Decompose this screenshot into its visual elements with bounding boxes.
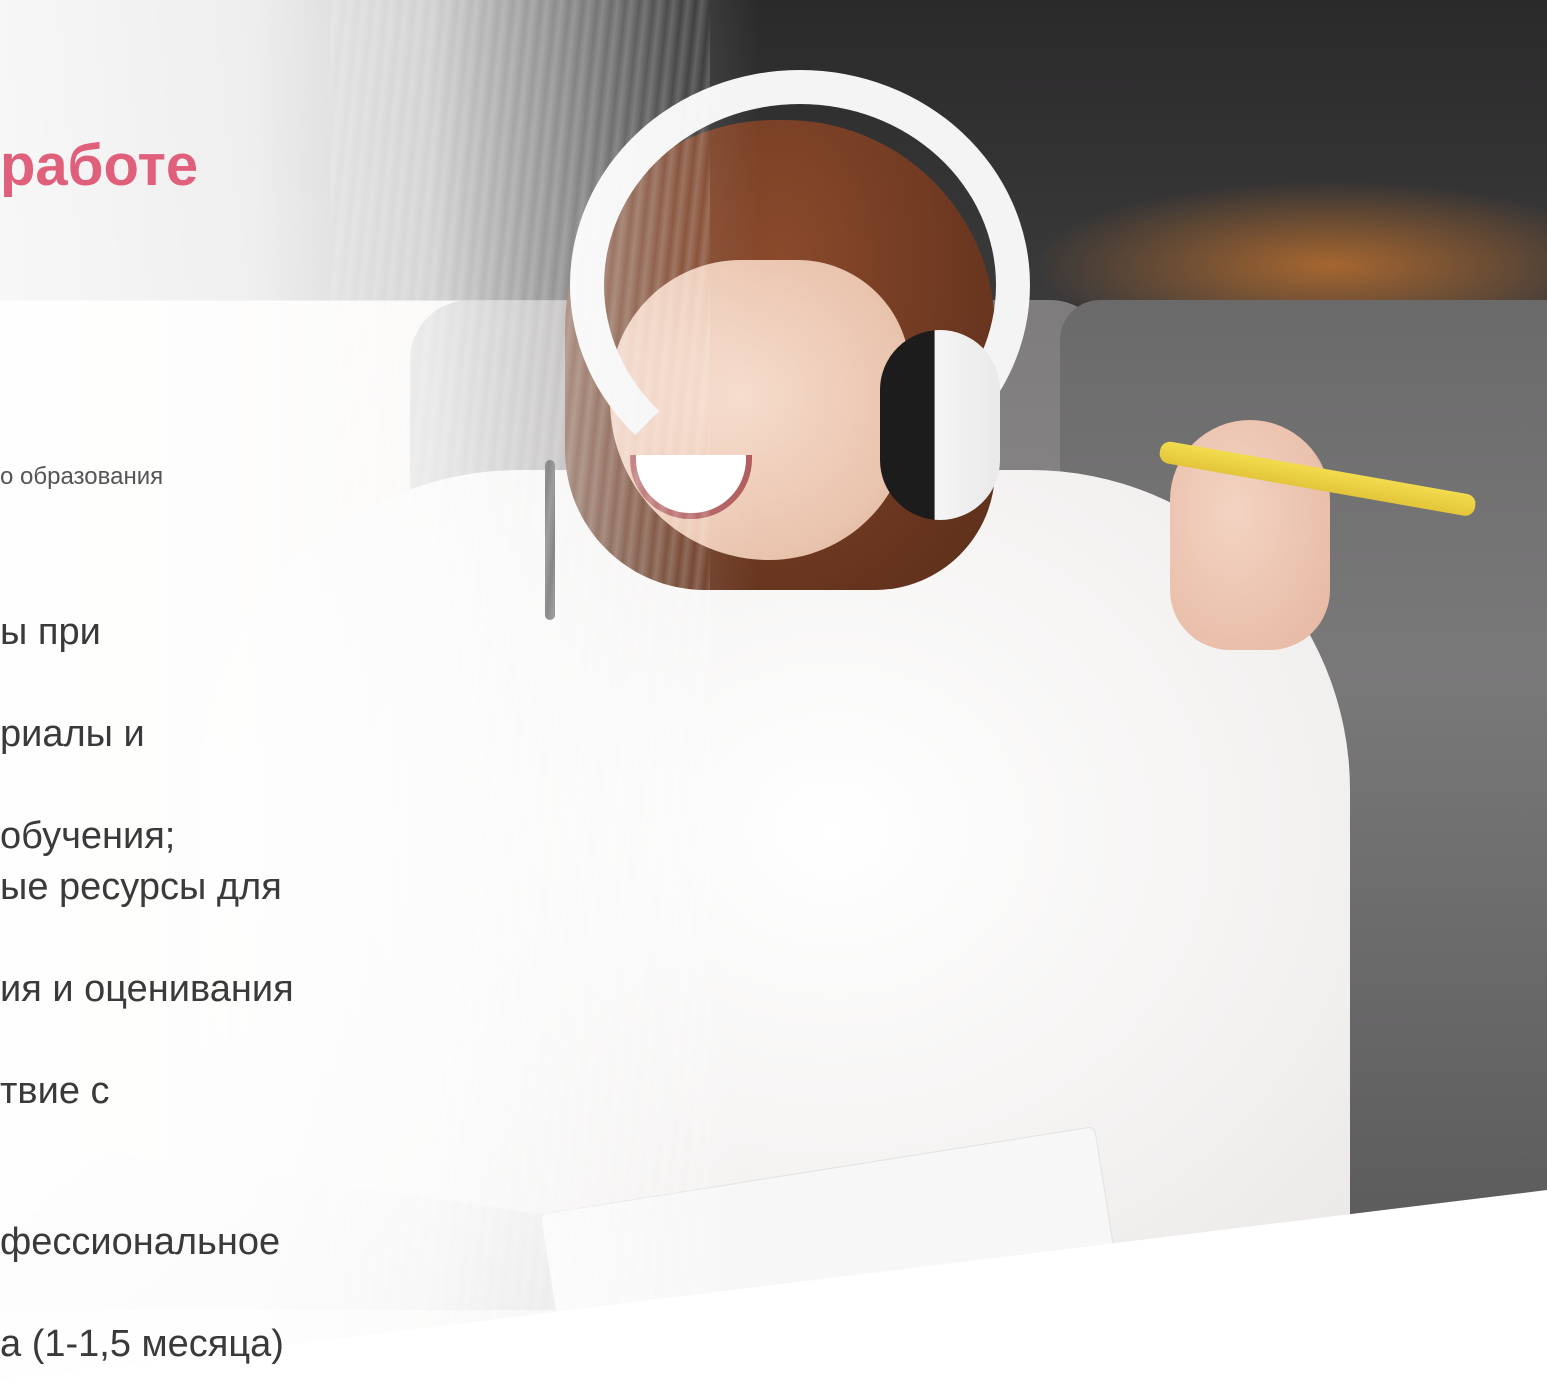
list-item: обучения; (0, 815, 176, 857)
list-item: ия и оценивания (0, 968, 294, 1010)
text-content: работе о образования ы при риалы и обуче… (0, 0, 1547, 1397)
list-item: ы при (0, 611, 101, 653)
list-item: а (1-1,5 месяца) (0, 1323, 284, 1365)
list-item-continued: ые ресурсы для (0, 866, 282, 908)
page-title: работе (0, 133, 199, 198)
list-item: фессиональное (0, 1221, 281, 1263)
page-subtitle: о образования (0, 463, 164, 490)
list-item: риалы и (0, 713, 145, 755)
list-item: твие с (0, 1070, 110, 1112)
